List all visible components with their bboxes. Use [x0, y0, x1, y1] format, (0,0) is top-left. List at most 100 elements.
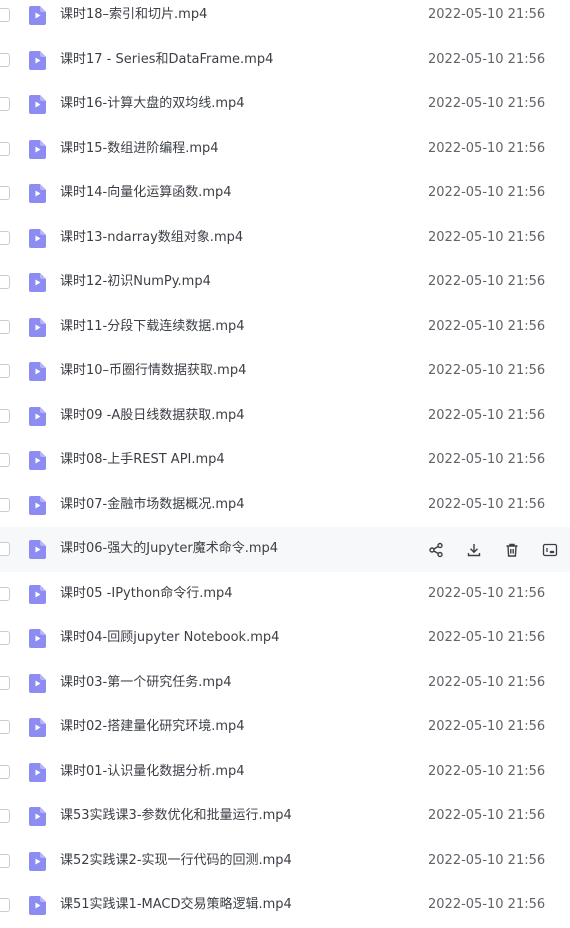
file-row[interactable]: 课时14-向量化运算函数.mp4 2022-05-10 21:56	[0, 171, 570, 216]
more-icon	[542, 542, 558, 558]
file-name[interactable]: 课时17 - Series和DataFrame.mp4	[60, 38, 273, 83]
row-checkbox[interactable]	[0, 319, 10, 334]
video-file-icon	[29, 50, 46, 70]
file-date: 2022-05-10 21:56	[428, 185, 546, 200]
file-name[interactable]: 课时16-计算大盘的双均线.mp4	[60, 82, 245, 127]
video-file-icon	[29, 228, 46, 248]
file-name[interactable]: 课时07-金融市场数据概况.mp4	[60, 483, 245, 528]
file-name[interactable]: 课时10–币圈行情数据获取.mp4	[60, 349, 246, 394]
file-row[interactable]: 课时02-搭建量化研究环境.mp4 2022-05-10 21:56	[0, 705, 570, 750]
file-name[interactable]: 课时15-数组进阶编程.mp4	[60, 127, 219, 172]
file-name[interactable]: 课时04-回顾jupyter Notebook.mp4	[60, 616, 279, 661]
file-row[interactable]: 课时11-分段下载连续数据.mp4 2022-05-10 21:56	[0, 305, 570, 350]
file-row[interactable]: 课时09 -A股日线数据获取.mp4 2022-05-10 21:56	[0, 394, 570, 439]
file-name[interactable]: 课时05 -IPython命令行.mp4	[60, 572, 233, 617]
row-checkbox[interactable]	[0, 364, 10, 378]
file-name[interactable]: 课时12-初识NumPy.mp4	[60, 260, 211, 305]
download-icon	[466, 542, 482, 558]
video-file-icon	[29, 6, 46, 25]
file-name[interactable]: 课时06-强大的Jupyter魔术命令.mp4	[60, 527, 278, 572]
row-checkbox[interactable]	[0, 586, 10, 601]
file-row[interactable]: 课时06-强大的Jupyter魔术命令.mp4	[0, 527, 570, 572]
row-checkbox[interactable]	[0, 8, 10, 22]
file-name[interactable]: 课时01-认识量化数据分析.mp4	[60, 750, 245, 795]
file-date: 2022-05-10 21:56	[428, 318, 546, 334]
row-checkbox[interactable]	[0, 631, 10, 645]
row-checkbox[interactable]	[0, 52, 10, 67]
share-button[interactable]	[426, 540, 445, 559]
file-name[interactable]: 课时11-分段下载连续数据.mp4	[60, 305, 245, 350]
file-date: 2022-05-10 21:56	[428, 763, 546, 779]
download-button[interactable]	[464, 540, 483, 559]
more-button[interactable]	[540, 540, 559, 559]
row-checkbox[interactable]	[0, 97, 10, 111]
file-name[interactable]: 课53实践课3-参数优化和批量运行.mp4	[60, 794, 292, 839]
video-file-icon	[29, 273, 46, 292]
video-file-icon	[29, 673, 46, 693]
video-file-icon	[29, 362, 46, 381]
file-row[interactable]: 课时12-初识NumPy.mp4 2022-05-10 21:56	[0, 260, 570, 305]
video-file-icon	[29, 896, 46, 915]
row-checkbox[interactable]	[0, 809, 10, 823]
file-name[interactable]: 课52实践课2-实现一行代码的回测.mp4	[60, 839, 292, 884]
file-date: 2022-05-10 21:56	[428, 229, 546, 245]
row-checkbox[interactable]	[0, 230, 10, 245]
file-row[interactable]: 课时01-认识量化数据分析.mp4 2022-05-10 21:56	[0, 750, 570, 795]
row-actions	[426, 540, 570, 559]
video-file-icon	[29, 540, 46, 559]
file-date: 2022-05-10 21:56	[428, 852, 546, 868]
file-name[interactable]: 课时09 -A股日线数据获取.mp4	[60, 394, 245, 439]
row-checkbox[interactable]	[0, 497, 10, 512]
file-list: 课时18–索引和切片.mp4 2022-05-10 21:56 课时17 - S…	[0, 0, 570, 928]
file-name[interactable]: 课时03-第一个研究任务.mp4	[60, 661, 232, 706]
file-row[interactable]: 课时05 -IPython命令行.mp4 2022-05-10 21:56	[0, 572, 570, 617]
delete-button[interactable]	[502, 540, 521, 559]
file-date: 2022-05-10 21:56	[428, 452, 546, 467]
file-date: 2022-05-10 21:56	[428, 719, 546, 734]
row-checkbox[interactable]	[0, 186, 10, 200]
row-checkbox[interactable]	[0, 542, 10, 556]
video-file-icon	[29, 95, 46, 114]
row-checkbox[interactable]	[0, 720, 10, 734]
file-row[interactable]: 课时04-回顾jupyter Notebook.mp4 2022-05-10 2…	[0, 616, 570, 661]
file-name[interactable]: 课时08-上手REST API.mp4	[60, 438, 225, 483]
video-file-icon	[29, 851, 46, 871]
video-file-icon	[29, 139, 46, 159]
row-checkbox[interactable]	[0, 141, 10, 156]
video-file-icon	[29, 584, 46, 604]
file-row[interactable]: 课时13-ndarray数组对象.mp4 2022-05-10 21:56	[0, 216, 570, 261]
file-row[interactable]: 课51实践课1-MACD交易策略逻辑.mp4 2022-05-10 21:56	[0, 883, 570, 928]
file-row[interactable]: 课时07-金融市场数据概况.mp4 2022-05-10 21:56	[0, 483, 570, 528]
row-checkbox[interactable]	[0, 453, 10, 467]
file-row[interactable]: 课52实践课2-实现一行代码的回测.mp4 2022-05-10 21:56	[0, 839, 570, 884]
file-name[interactable]: 课时14-向量化运算函数.mp4	[60, 171, 232, 216]
file-row[interactable]: 课53实践课3-参数优化和批量运行.mp4 2022-05-10 21:56	[0, 794, 570, 839]
delete-icon	[504, 542, 520, 558]
row-checkbox[interactable]	[0, 764, 10, 779]
file-row[interactable]: 课时10–币圈行情数据获取.mp4 2022-05-10 21:56	[0, 349, 570, 394]
file-date: 2022-05-10 21:56	[428, 808, 546, 823]
file-date: 2022-05-10 21:56	[428, 674, 546, 690]
file-date: 2022-05-10 21:56	[428, 407, 546, 423]
row-checkbox[interactable]	[0, 408, 10, 423]
file-name[interactable]: 课时18–索引和切片.mp4	[60, 0, 207, 38]
file-row[interactable]: 课时16-计算大盘的双均线.mp4 2022-05-10 21:56	[0, 82, 570, 127]
row-checkbox[interactable]	[0, 898, 10, 912]
row-checkbox[interactable]	[0, 853, 10, 868]
row-checkbox[interactable]	[0, 275, 10, 289]
file-row[interactable]: 课时17 - Series和DataFrame.mp4 2022-05-10 2…	[0, 38, 570, 83]
row-checkbox[interactable]	[0, 675, 10, 690]
video-file-icon	[29, 184, 46, 203]
file-row[interactable]: 课时08-上手REST API.mp4 2022-05-10 21:56	[0, 438, 570, 483]
video-file-icon	[29, 807, 46, 826]
file-name[interactable]: 课时13-ndarray数组对象.mp4	[60, 216, 243, 261]
video-file-icon	[29, 629, 46, 648]
video-file-icon	[29, 406, 46, 426]
file-name[interactable]: 课时02-搭建量化研究环境.mp4	[60, 705, 245, 750]
video-file-icon	[29, 762, 46, 782]
file-row[interactable]: 课时15-数组进阶编程.mp4 2022-05-10 21:56	[0, 127, 570, 172]
file-name[interactable]: 课51实践课1-MACD交易策略逻辑.mp4	[60, 883, 292, 928]
file-row[interactable]: 课时03-第一个研究任务.mp4 2022-05-10 21:56	[0, 661, 570, 706]
file-row[interactable]: 课时18–索引和切片.mp4 2022-05-10 21:56	[0, 0, 570, 38]
file-date: 2022-05-10 21:56	[428, 96, 546, 111]
